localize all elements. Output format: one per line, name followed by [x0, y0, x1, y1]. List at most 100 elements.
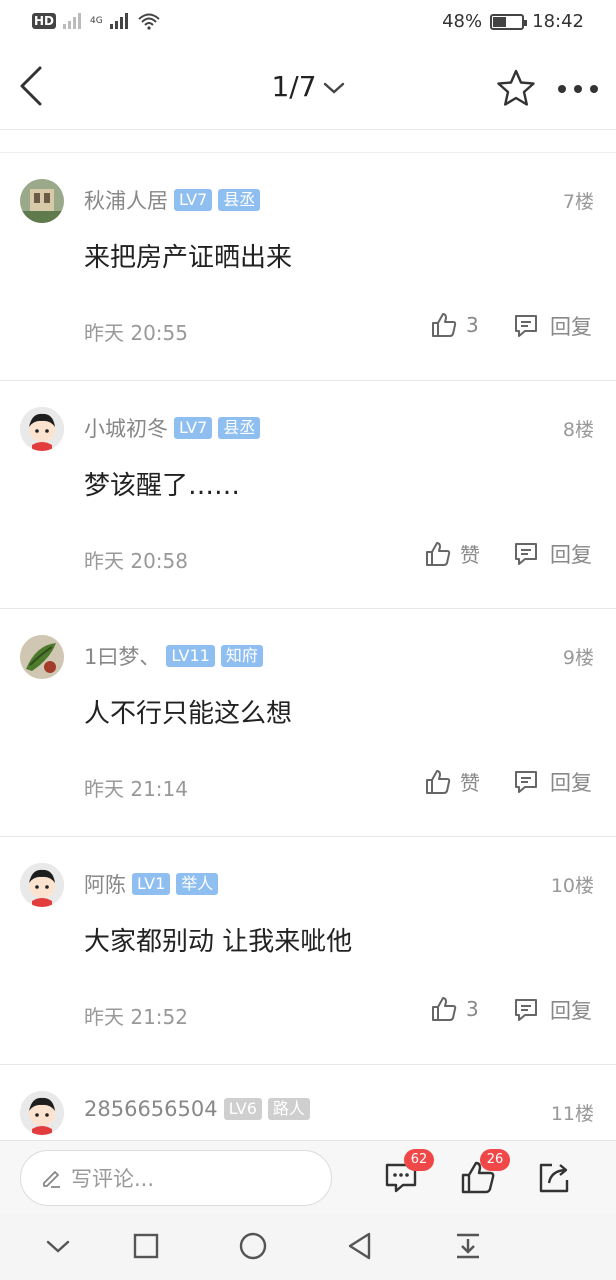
share-button[interactable] — [534, 1157, 578, 1201]
pencil-icon — [43, 1171, 60, 1188]
avatar-image — [20, 863, 64, 907]
avatar[interactable] — [20, 179, 64, 223]
chevron-down-icon — [323, 82, 344, 94]
signal-icon — [109, 13, 128, 29]
comment-text: 人不行只能这么想 — [84, 699, 293, 729]
like-button[interactable]: 赞 — [424, 539, 480, 568]
comment-item: 1曰梦、 LV11 知府 9楼 人不行只能这么想 昨天 21:14 赞 回复 — [0, 609, 616, 837]
reply-label: 回复 — [550, 543, 592, 567]
floor-number: 10楼 — [550, 875, 594, 897]
back-nav-icon[interactable] — [344, 1230, 376, 1262]
thumbs-up-icon — [432, 313, 457, 337]
like-count-badge: 26 — [480, 1149, 510, 1171]
user-name[interactable]: 小城初冬 — [84, 413, 168, 443]
top-nav-bar: 1/7 — [0, 46, 616, 130]
user-name[interactable]: 1曰梦、 — [84, 641, 160, 671]
comment-text: 大家都别动 让我来呲他 — [84, 927, 353, 957]
avatar-image — [20, 1091, 64, 1135]
reply-icon — [515, 315, 537, 337]
reply-icon — [515, 771, 537, 793]
comment-header: 秋浦人居 LV7 县丞 — [84, 185, 261, 215]
avatar-image — [20, 635, 64, 679]
level-badge: LV1 — [132, 873, 171, 895]
floor-number: 11楼 — [550, 1103, 594, 1125]
status-bar: HD 4G 48% 18:42 — [0, 0, 616, 46]
like-button[interactable]: 赞 — [424, 767, 480, 796]
like-button[interactable]: 3 — [430, 311, 479, 339]
comment-text: 梦该醒了…… — [84, 471, 241, 501]
battery-icon — [490, 13, 528, 30]
thumbs-up-icon — [426, 541, 451, 566]
status-right: 48% 18:42 — [442, 11, 584, 32]
avatar-image — [20, 407, 64, 451]
user-name[interactable]: 秋浦人居 — [84, 185, 168, 215]
level-badge: LV7 — [174, 417, 213, 439]
hd-indicator: HD — [32, 13, 57, 29]
more-icon[interactable] — [556, 82, 600, 96]
share-icon — [539, 1163, 569, 1193]
floor-number: 8楼 — [562, 419, 594, 441]
floor-number: 9楼 — [562, 647, 594, 669]
level-badge: LV7 — [174, 189, 213, 211]
reply-button[interactable]: 回复 — [512, 767, 592, 797]
comment-input[interactable]: 写评论... — [20, 1150, 332, 1206]
avatar-image — [20, 179, 64, 223]
battery-percent: 48% — [442, 11, 483, 32]
reply-label: 回复 — [550, 315, 592, 339]
reply-label: 回复 — [550, 771, 592, 795]
title-badge: 县丞 — [218, 417, 261, 439]
comment-item: 2856656504 LV6 路人 11楼 — [0, 1065, 616, 1140]
collapse-icon[interactable] — [42, 1230, 74, 1262]
avatar[interactable] — [20, 1091, 64, 1135]
signal-icon — [63, 13, 82, 29]
avatar[interactable] — [20, 635, 64, 679]
clock: 18:42 — [532, 11, 584, 32]
comment-time: 昨天 21:52 — [84, 1005, 188, 1029]
comment-text: 来把房产证晒出来 — [84, 243, 293, 273]
like-post-button[interactable]: 26 — [458, 1149, 510, 1201]
title-badge: 举人 — [176, 873, 219, 895]
reply-button[interactable]: 回复 — [512, 539, 592, 569]
reply-label: 回复 — [550, 999, 592, 1023]
user-name[interactable]: 2856656504 — [84, 1097, 218, 1121]
title-badge: 知府 — [220, 645, 263, 667]
reply-button[interactable]: 回复 — [512, 995, 592, 1025]
comment-header: 阿陈 LV1 举人 — [84, 869, 219, 899]
recent-apps-icon[interactable] — [130, 1230, 162, 1262]
thumbs-up-icon — [426, 769, 451, 794]
network-type: 4G — [90, 16, 103, 26]
bottom-action-bar: 写评论... 62 26 — [0, 1140, 616, 1214]
comment-placeholder: 写评论... — [71, 1167, 155, 1191]
notification-pull-icon[interactable] — [452, 1230, 484, 1262]
like-count: 3 — [466, 313, 479, 337]
reply-icon — [515, 999, 537, 1021]
avatar[interactable] — [20, 407, 64, 451]
like-count: 3 — [466, 997, 479, 1021]
comment-time: 昨天 20:58 — [84, 549, 188, 573]
avatar[interactable] — [20, 863, 64, 907]
comment-header: 小城初冬 LV7 县丞 — [84, 413, 261, 443]
home-icon[interactable] — [237, 1230, 269, 1262]
like-label: 赞 — [460, 771, 480, 795]
reply-button[interactable]: 回复 — [512, 311, 592, 341]
system-nav-bar — [0, 1214, 616, 1280]
comment-time: 昨天 21:14 — [84, 777, 188, 801]
comment-time: 昨天 20:55 — [84, 321, 188, 345]
comment-header: 1曰梦、 LV11 知府 — [84, 641, 263, 671]
wifi-icon — [138, 13, 160, 30]
thumbs-up-icon — [432, 997, 457, 1021]
title-badge: 县丞 — [218, 189, 261, 211]
comments-button[interactable]: 62 — [382, 1149, 434, 1201]
level-badge: LV6 — [223, 1098, 262, 1120]
like-button[interactable]: 3 — [430, 995, 479, 1023]
user-name[interactable]: 阿陈 — [84, 869, 126, 899]
star-icon[interactable] — [496, 68, 536, 108]
like-label: 赞 — [460, 543, 480, 567]
comment-header: 2856656504 LV6 路人 — [84, 1097, 310, 1121]
comment-item: 阿陈 LV1 举人 10楼 大家都别动 让我来呲他 昨天 21:52 3 回复 — [0, 837, 616, 1065]
title-badge: 路人 — [267, 1098, 310, 1120]
reply-icon — [515, 543, 537, 565]
comment-count-badge: 62 — [404, 1149, 434, 1171]
floor-number: 7楼 — [562, 191, 594, 213]
page-indicator: 1/7 — [271, 70, 317, 103]
